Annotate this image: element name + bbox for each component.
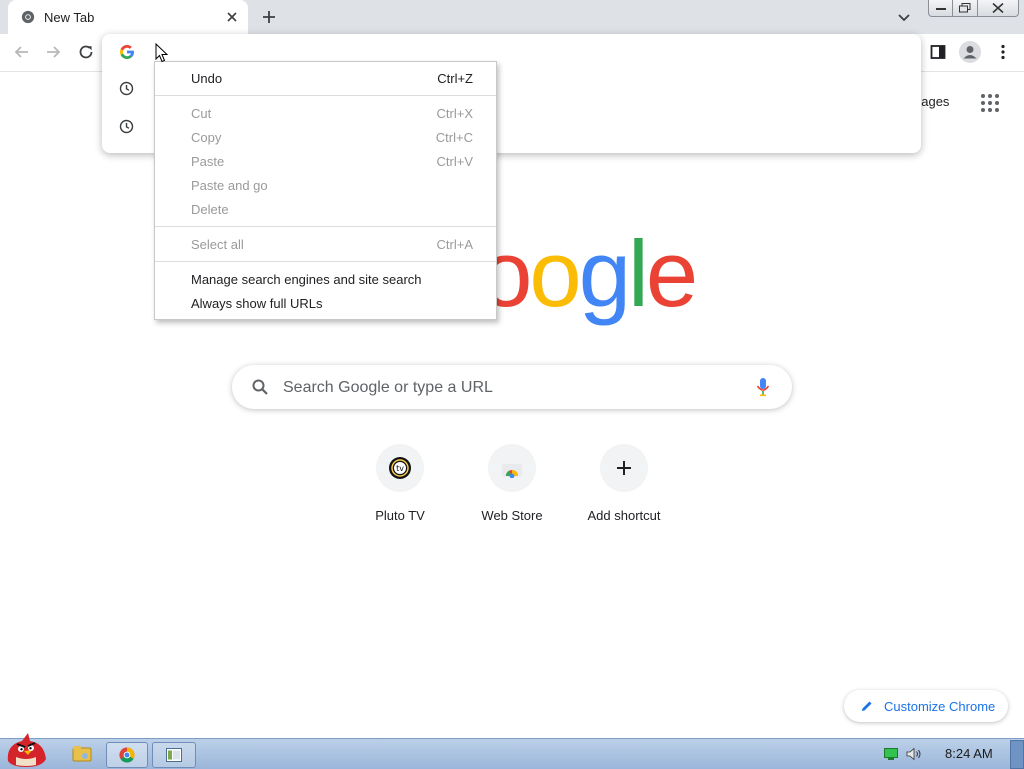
tab-strip: New Tab: [0, 0, 1024, 34]
menu-item-label: Undo: [191, 71, 223, 86]
menu-item-paste[interactable]: Paste Ctrl+V: [155, 150, 496, 172]
search-box[interactable]: Search Google or type a URL: [232, 365, 792, 409]
close-tab-icon[interactable]: [224, 9, 240, 25]
start-button-angry-bird-icon[interactable]: [2, 731, 48, 769]
google-g-icon: [120, 45, 134, 59]
shortcut-tile: tv: [376, 444, 424, 492]
google-apps-icon[interactable]: [980, 93, 1000, 113]
menu-divider: [155, 95, 496, 96]
shortcut-web-store[interactable]: Web Store: [456, 442, 568, 532]
profile-avatar-icon[interactable]: [959, 41, 981, 63]
more-vert-icon[interactable]: [994, 43, 1012, 61]
forward-arrow-icon[interactable]: [44, 43, 62, 61]
shortcut-label: Add shortcut: [587, 508, 661, 523]
reload-icon[interactable]: [77, 43, 95, 61]
chevron-down-icon[interactable]: [896, 9, 912, 25]
restore-button[interactable]: [952, 0, 978, 17]
menu-item-label: Copy: [191, 130, 222, 145]
logo-letter-e: e: [645, 221, 698, 326]
close-icon: [992, 3, 1004, 13]
logo-letter-l: l: [627, 221, 649, 326]
menu-item-always-show-full-urls[interactable]: Always show full URLs: [155, 292, 496, 314]
plus-icon: [617, 461, 631, 475]
menu-item-label: Delete: [191, 202, 229, 217]
menu-item-cut[interactable]: Cut Ctrl+X: [155, 102, 496, 124]
mouse-cursor-icon: [155, 43, 169, 63]
menu-item-delete[interactable]: Delete: [155, 198, 496, 220]
menu-divider: [155, 226, 496, 227]
history-icon: [119, 81, 134, 96]
restore-icon: [959, 3, 971, 13]
chrome-icon: [21, 10, 35, 24]
pencil-icon: [862, 701, 872, 711]
web-store-icon: [502, 464, 522, 478]
logo-letter-g2: g: [578, 221, 631, 326]
volume-icon[interactable]: [906, 747, 924, 761]
menu-item-paste-and-go[interactable]: Paste and go: [155, 174, 496, 196]
pluto-tv-icon: tv: [389, 457, 411, 479]
minimize-button[interactable]: [928, 0, 953, 17]
file-explorer-icon[interactable]: [62, 742, 102, 766]
search-input[interactable]: Search Google or type a URL: [283, 379, 493, 397]
shortcut-tile: [488, 444, 536, 492]
svg-text:tv: tv: [396, 464, 404, 473]
context-menu: Undo Ctrl+Z Cut Ctrl+X Copy Ctrl+C Paste…: [154, 61, 497, 320]
window-app-icon: [166, 748, 182, 762]
menu-item-manage-search-engines[interactable]: Manage search engines and site search: [155, 268, 496, 290]
window-close-button[interactable]: [977, 0, 1019, 17]
shortcut-label: Web Store: [481, 508, 543, 523]
minimize-icon: [935, 8, 946, 10]
menu-item-copy[interactable]: Copy Ctrl+C: [155, 126, 496, 148]
taskbar-chrome-button[interactable]: [106, 742, 148, 768]
tab-new-tab[interactable]: New Tab: [8, 0, 248, 34]
history-icon: [119, 119, 134, 134]
menu-item-shortcut: Ctrl+C: [435, 130, 473, 145]
chrome-icon: [119, 747, 135, 763]
microphone-icon[interactable]: [756, 377, 770, 397]
shortcut-label: Pluto TV: [375, 508, 425, 523]
menu-item-label: Always show full URLs: [191, 296, 323, 311]
back-arrow-icon[interactable]: [13, 43, 31, 61]
search-icon: [252, 379, 268, 395]
menu-divider: [155, 261, 496, 262]
menu-item-select-all[interactable]: Select all Ctrl+A: [155, 233, 496, 255]
system-tray: 8:24 AM: [848, 739, 1024, 769]
new-tab-icon[interactable]: [260, 8, 278, 26]
menu-item-label: Cut: [191, 106, 212, 121]
menu-item-label: Paste: [191, 154, 225, 169]
show-desktop-button[interactable]: [1010, 740, 1024, 769]
menu-item-shortcut: Ctrl+X: [436, 106, 473, 121]
menu-item-undo[interactable]: Undo Ctrl+Z: [155, 67, 496, 89]
add-shortcut-button[interactable]: Add shortcut: [568, 442, 680, 532]
clock[interactable]: 8:24 AM: [945, 746, 993, 761]
tab-title: New Tab: [44, 10, 95, 25]
menu-item-label: Paste and go: [191, 178, 268, 193]
taskbar: 8:24 AM: [0, 733, 1024, 769]
shortcut-pluto-tv[interactable]: tv Pluto TV: [344, 442, 456, 532]
menu-item-shortcut: Ctrl+Z: [437, 71, 473, 86]
menu-item-shortcut: Ctrl+A: [436, 237, 473, 252]
shortcut-tile: [600, 444, 648, 492]
customize-chrome-label: Customize Chrome: [884, 699, 996, 714]
network-icon[interactable]: [884, 748, 898, 760]
menu-item-label: Manage search engines and site search: [191, 272, 422, 287]
customize-chrome-button[interactable]: Customize Chrome: [844, 690, 1008, 722]
taskbar-app-button[interactable]: [152, 742, 196, 768]
side-panel-icon[interactable]: [929, 43, 947, 61]
logo-letter-o2: o: [529, 221, 581, 326]
menu-item-shortcut: Ctrl+V: [436, 154, 473, 169]
menu-item-label: Select all: [191, 237, 244, 252]
